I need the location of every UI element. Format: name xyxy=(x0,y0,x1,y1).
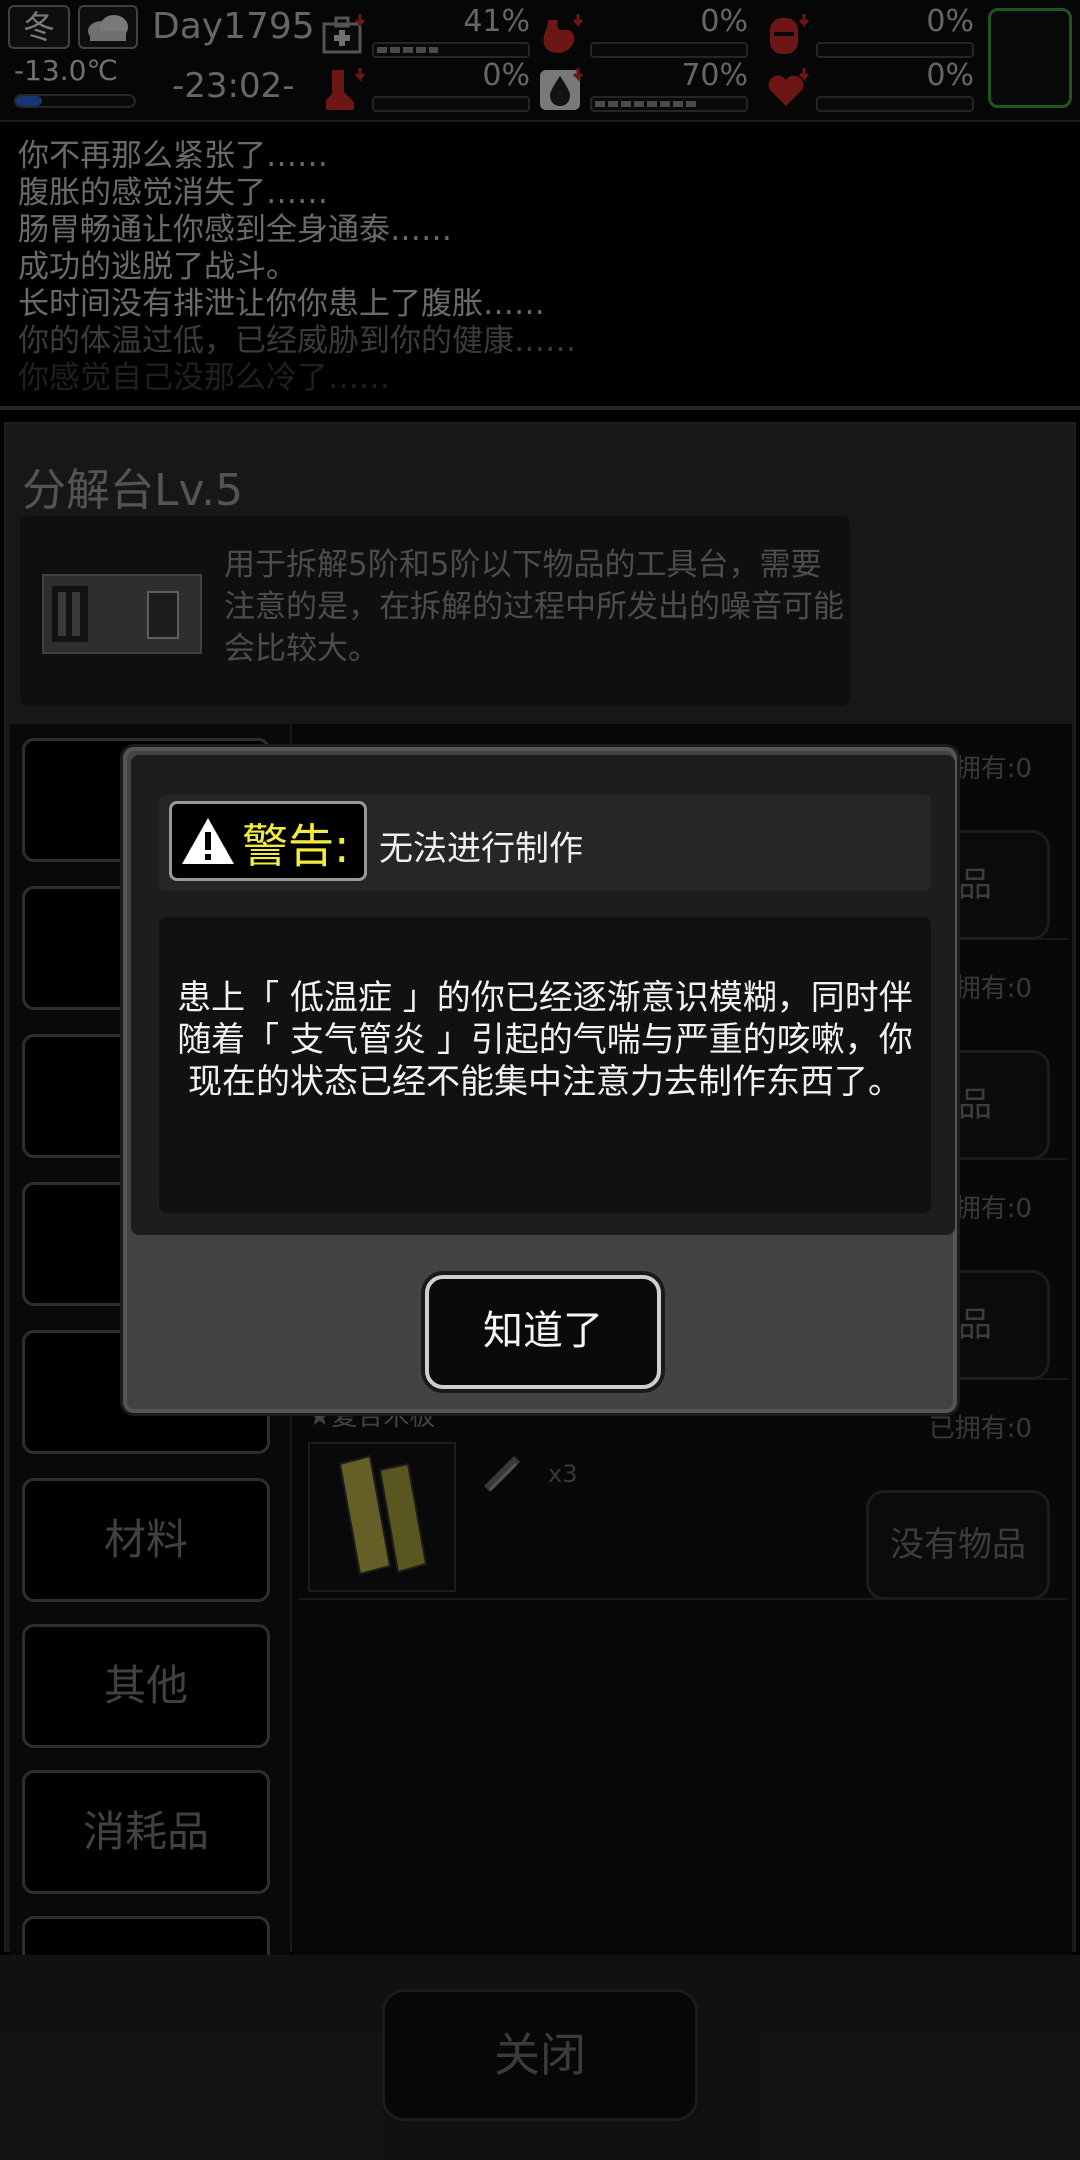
warning-header: 警告: 无法进行制作 xyxy=(159,795,931,891)
warning-dialog: 警告: 无法进行制作 患上「 低温症 」的你已经逐渐意识模糊，同时伴随着「 支气… xyxy=(120,744,960,1416)
message-box: 患上「 低温症 」的你已经逐渐意识模糊，同时伴随着「 支气管炎 」引起的气喘与严… xyxy=(159,917,931,1213)
warning-triangle-icon xyxy=(182,818,234,864)
dialog-content: 警告: 无法进行制作 患上「 低温症 」的你已经逐渐意识模糊，同时伴随着「 支气… xyxy=(131,755,955,1235)
confirm-button[interactable]: 知道了 xyxy=(425,1275,661,1389)
dialog-title: 无法进行制作 xyxy=(379,829,583,869)
warning-badge: 警告: xyxy=(169,801,367,881)
warning-label: 警告: xyxy=(242,819,350,873)
dialog-message: 患上「 低温症 」的你已经逐渐意识模糊，同时伴随着「 支气管炎 」引起的气喘与严… xyxy=(177,978,913,1102)
